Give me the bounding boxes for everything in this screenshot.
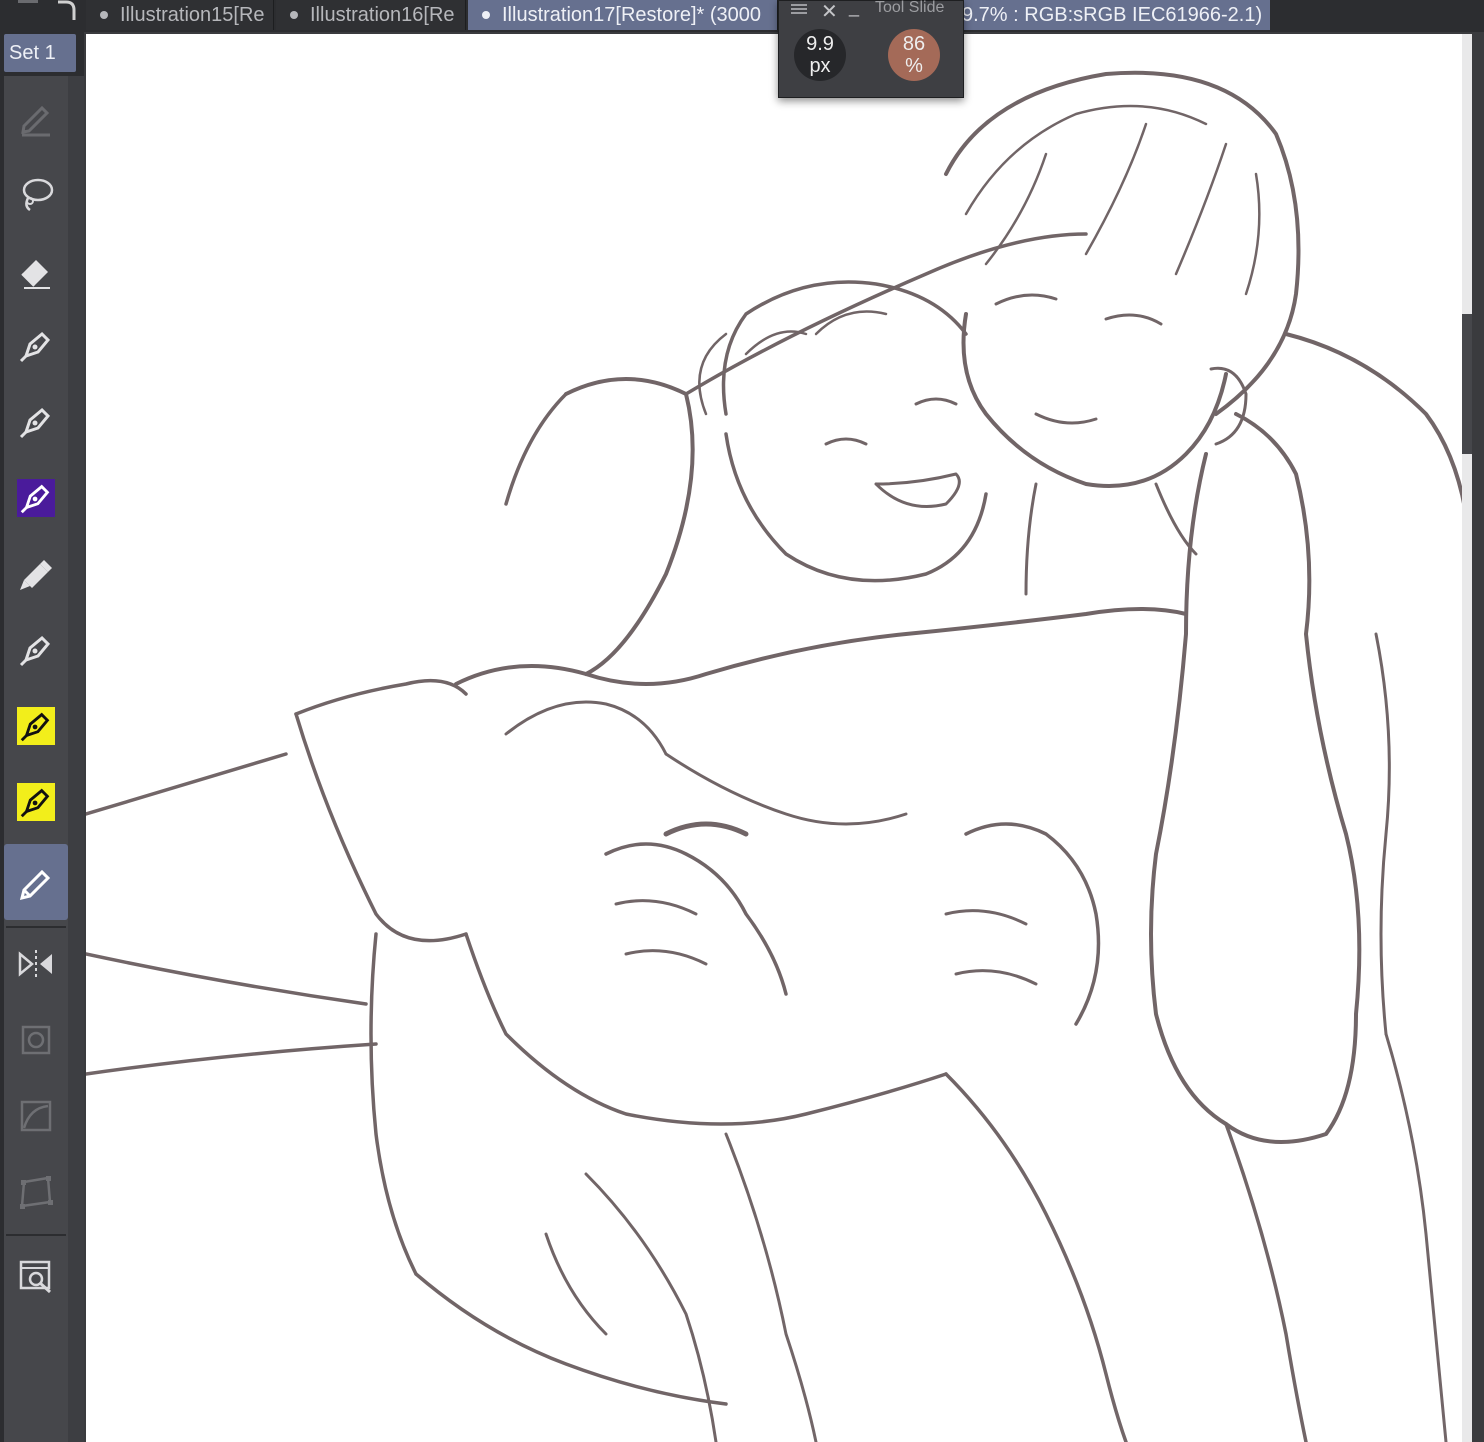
brush-size-value: 9.9	[806, 33, 834, 55]
pencil-tool[interactable]	[4, 86, 68, 150]
tab-label: Illustration15[Re	[120, 3, 265, 26]
toolbar-rail-right	[68, 76, 84, 1442]
curve-tool[interactable]	[4, 1084, 68, 1148]
vertical-scrollbar[interactable]	[1462, 314, 1472, 454]
marker-tool[interactable]	[4, 542, 68, 606]
unsaved-dot-icon	[100, 11, 108, 19]
eraser-tool[interactable]	[4, 238, 68, 302]
tool-set-button[interactable]: Set 1	[4, 34, 76, 72]
tab-illustration16[interactable]: Illustration16[Re	[276, 0, 466, 30]
tab-illustration17[interactable]: Illustration17[Restore]* (3000	[468, 0, 778, 30]
marker-icon	[20, 560, 52, 590]
tool-slider-panel: ✕ _ Tool Slide 9.9 px 86 %	[778, 0, 964, 98]
pen-tool-3[interactable]	[4, 618, 68, 682]
clip-studio-window: Illustration15[Re Illustration16[Re Illu…	[0, 0, 1484, 1442]
drawing-canvas[interactable]	[86, 34, 1472, 1442]
mirror-icon	[18, 950, 52, 978]
curve-icon	[20, 1100, 52, 1132]
pencil-icon	[21, 105, 50, 137]
lasso-tool[interactable]	[4, 162, 68, 226]
unsaved-dot-icon	[290, 11, 298, 19]
navigator-tool[interactable]	[4, 1244, 68, 1308]
tool-color-chip	[17, 707, 55, 745]
sketch-artwork	[86, 70, 1468, 1442]
brush-size-unit: px	[809, 55, 831, 77]
brush-size-knob[interactable]: 9.9 px	[794, 29, 846, 81]
canvas-area	[84, 32, 1484, 1442]
tab-label: Illustration16[Re	[310, 3, 455, 26]
tool-color-chip	[17, 479, 55, 517]
tool-palette	[0, 76, 84, 1442]
lasso-icon	[22, 178, 54, 212]
pen-tool-purple[interactable]	[4, 466, 68, 530]
tab-label: Illustration17[Restore]* (3000	[502, 3, 762, 26]
tool-set-header: Set 1	[0, 32, 84, 76]
pen-tool-1[interactable]	[4, 314, 68, 378]
toolbar-separator	[6, 926, 66, 928]
tool-slider-titlebar[interactable]: ✕ _ Tool Slide	[779, 0, 963, 24]
transform-tool[interactable]	[4, 1008, 68, 1072]
pen-tool-2[interactable]	[4, 390, 68, 454]
close-icon[interactable]: ✕	[821, 0, 838, 24]
pen-nib-icon	[20, 788, 50, 818]
tool-slider-title: Tool Slide	[875, 0, 945, 16]
unsaved-dot-icon	[482, 11, 490, 19]
pen-nib-icon	[20, 712, 50, 742]
pen-nib-icon	[19, 869, 51, 901]
app-logo-icon	[56, 0, 84, 24]
free-transform-icon	[20, 1176, 53, 1209]
brush-opacity-value: 86	[902, 33, 926, 55]
pen-tool-yellow-2[interactable]	[4, 770, 68, 834]
free-transform-tool[interactable]	[4, 1160, 68, 1224]
mirror-tool[interactable]	[4, 932, 68, 996]
pen-tool-selected[interactable]	[4, 844, 68, 920]
minimize-icon[interactable]: _	[849, 0, 859, 18]
pen-nib-icon	[19, 331, 51, 363]
tab-bar: Illustration15[Re Illustration16[Re Illu…	[0, 0, 1484, 33]
status-label: 9.7% : RGB:sRGB IEC61966-2.1)	[962, 3, 1263, 26]
brush-opacity-unit: %	[905, 55, 923, 77]
tab-illustration15[interactable]: Illustration15[Re	[86, 0, 274, 30]
menu-handle[interactable]	[18, 0, 38, 3]
transform-icon	[21, 1025, 51, 1055]
brush-opacity-knob[interactable]: 86 %	[888, 29, 940, 81]
tool-color-chip	[17, 783, 55, 821]
navigator-icon	[19, 1260, 52, 1294]
pen-nib-icon	[20, 484, 50, 514]
canvas-status-text: 9.7% : RGB:sRGB IEC61966-2.1)	[962, 0, 1270, 30]
pen-nib-icon	[19, 407, 51, 439]
toolbar-separator	[6, 1234, 66, 1236]
canvas-edge	[1462, 34, 1472, 1442]
pen-nib-icon	[19, 635, 51, 667]
pen-tool-yellow-1[interactable]	[4, 694, 68, 758]
eraser-icon	[21, 260, 50, 289]
menu-icon[interactable]	[791, 2, 807, 20]
